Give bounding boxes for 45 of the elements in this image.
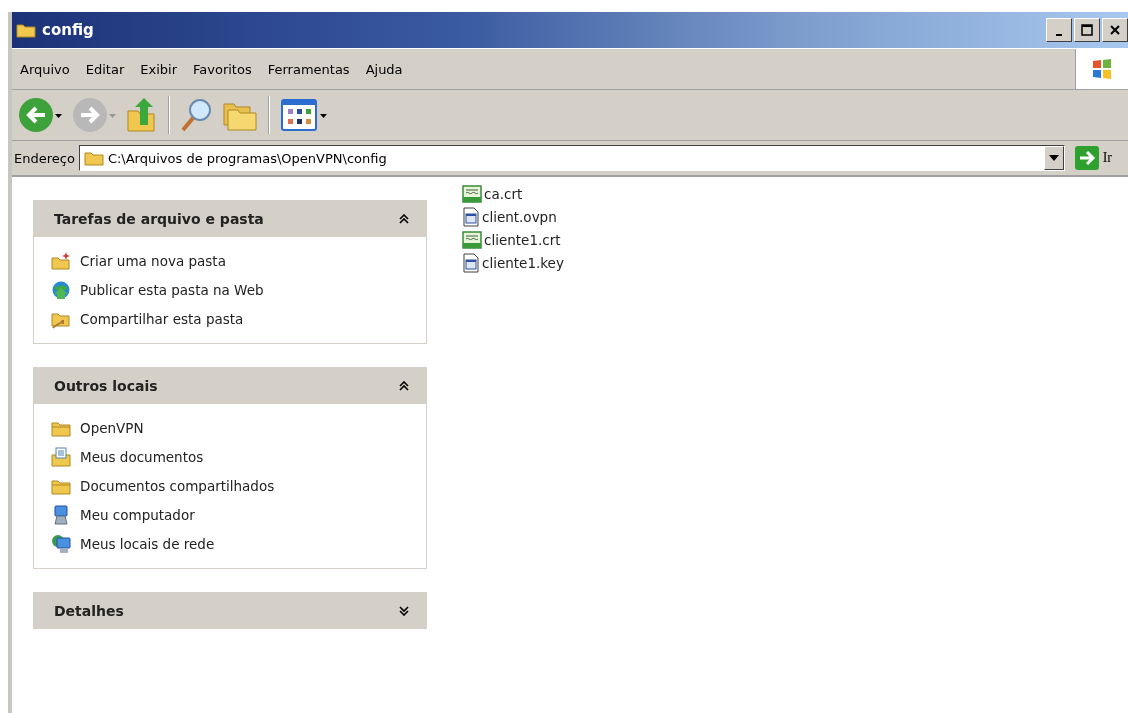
task-link[interactable]: Publicar esta pasta na Web	[80, 282, 264, 298]
menu-item[interactable]: Favoritos	[185, 61, 260, 77]
folder-icon	[16, 22, 36, 38]
close-button[interactable]	[1102, 18, 1128, 42]
maximize-button[interactable]	[1074, 18, 1100, 42]
window-title: config	[42, 21, 94, 39]
file-name[interactable]: client.ovpn	[482, 209, 557, 225]
document-icon	[462, 253, 480, 273]
minimize-icon	[1056, 34, 1062, 36]
address-field[interactable]: C:\Arquivos de programas\OpenVPN\config	[78, 145, 1065, 171]
new-folder-icon	[51, 251, 71, 271]
folder-icon	[83, 150, 104, 166]
file-name[interactable]: cliente1.crt	[484, 232, 561, 248]
dropdown-button[interactable]	[1043, 146, 1064, 170]
task-link[interactable]: Criar uma nova pasta	[80, 253, 226, 269]
globe-icon	[51, 280, 71, 300]
network-icon	[51, 534, 71, 554]
task-link[interactable]: Meus locais de rede	[80, 536, 215, 552]
task-link[interactable]: Meu computador	[80, 507, 195, 523]
views-icon[interactable]	[278, 97, 330, 133]
address-label: Endereço	[14, 150, 75, 166]
panel-header[interactable]: Outros locais	[33, 367, 427, 404]
caret-icon	[1048, 155, 1059, 161]
maximize-icon	[1081, 24, 1093, 36]
certificate-icon	[462, 185, 482, 203]
minimize-button[interactable]	[1046, 18, 1072, 42]
certificate-icon	[462, 231, 482, 249]
panel-header[interactable]: Tarefas de arquivo e pasta	[33, 200, 427, 237]
close-icon	[1110, 25, 1120, 35]
document-icon	[462, 207, 480, 227]
task-link[interactable]: Meus documentos	[80, 449, 204, 465]
task-link[interactable]: Documentos compartilhados	[80, 478, 275, 494]
menu-item[interactable]: Editar	[77, 61, 133, 77]
file-name[interactable]: cliente1.key	[482, 255, 564, 271]
task-link[interactable]: Compartilhar esta pasta	[80, 311, 244, 327]
go-button[interactable]: Ir	[1068, 146, 1128, 170]
menu-item[interactable]: Exibir	[132, 61, 185, 77]
computer-icon	[51, 505, 71, 525]
menu-item[interactable]: Ferramentas	[259, 61, 358, 77]
task-link[interactable]: OpenVPN	[80, 420, 144, 436]
file-name[interactable]: ca.crt	[484, 186, 523, 202]
menu-item[interactable]: Arquivo	[12, 61, 78, 77]
panel-header[interactable]: Detalhes	[33, 592, 427, 629]
menu-item[interactable]: Ajuda	[357, 61, 411, 77]
documents-icon	[51, 447, 71, 467]
